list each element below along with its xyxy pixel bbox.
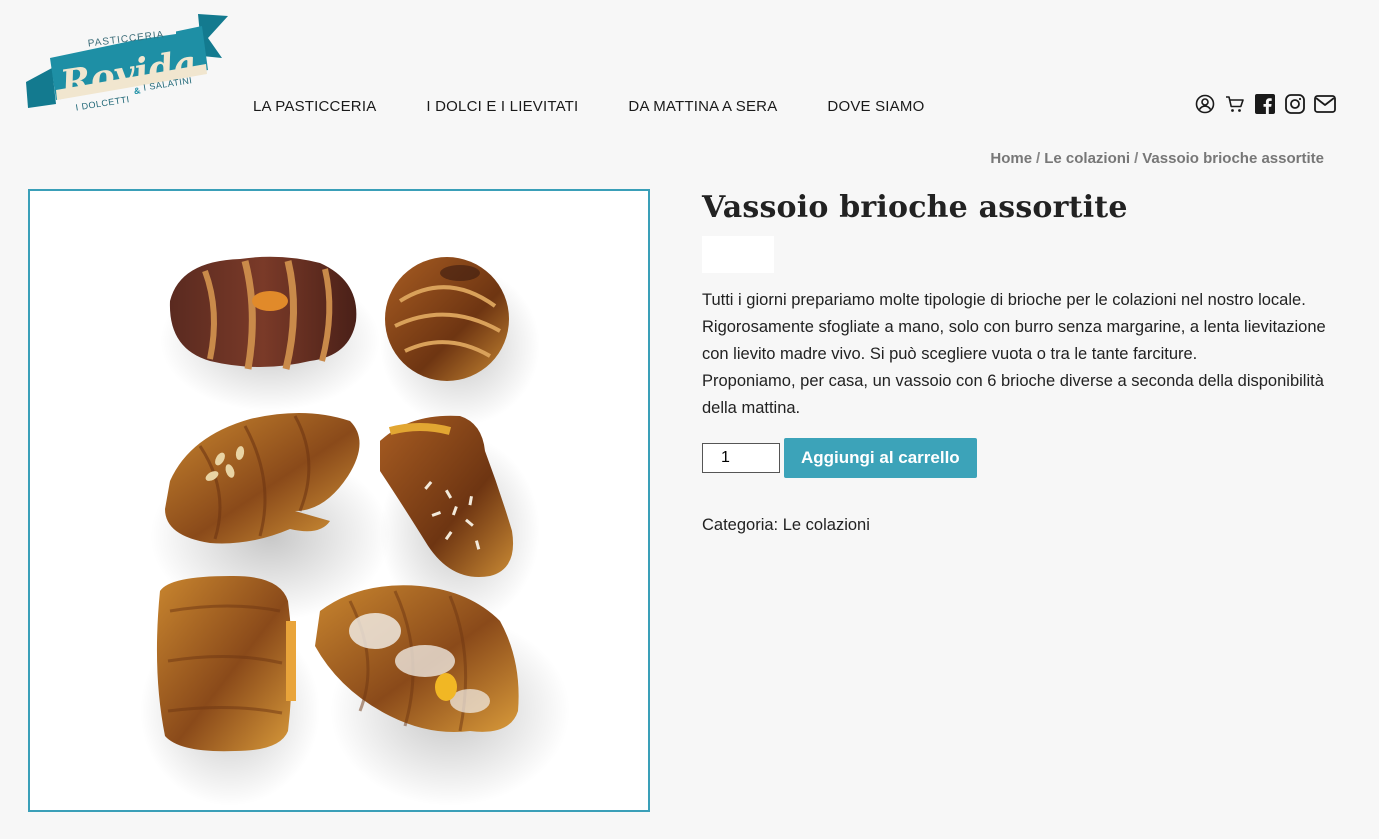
- description-paragraph: Proponiamo, per casa, un vassoio con 6 b…: [702, 372, 1324, 417]
- nav-item-la-pasticceria[interactable]: LA PASTICCERIA: [253, 98, 376, 115]
- add-to-cart-form: Aggiungi al carrello: [702, 438, 1342, 478]
- user-icon[interactable]: [1194, 93, 1216, 115]
- site-logo[interactable]: PASTICCERIA Rovida I DOLCETTI & I SALATI…: [26, 12, 232, 112]
- main-nav: LA PASTICCERIA I DOLCI E I LIEVITATI DA …: [253, 98, 924, 115]
- nav-item-dove-siamo[interactable]: DOVE SIAMO: [827, 98, 924, 115]
- facebook-icon[interactable]: [1254, 93, 1276, 115]
- header-icons: [1194, 93, 1336, 115]
- nav-item-da-mattina-a-sera[interactable]: DA MATTINA A SERA: [628, 98, 777, 115]
- breadcrumb-category[interactable]: Le colazioni: [1044, 150, 1130, 167]
- product-meta: Categoria: Le colazioni: [702, 516, 1342, 535]
- nav-item-dolci-lievitati[interactable]: I DOLCI E I LIEVITATI: [426, 98, 578, 115]
- logo-graphic: PASTICCERIA Rovida I DOLCETTI & I SALATI…: [26, 14, 228, 112]
- mail-icon[interactable]: [1314, 93, 1336, 115]
- breadcrumb-current: Vassoio brioche assortite: [1142, 150, 1324, 167]
- product-title: Vassoio brioche assortite: [702, 190, 1128, 225]
- category-link[interactable]: Le colazioni: [783, 516, 870, 534]
- product-summary: Vassoio brioche assortite Tutti i giorni…: [702, 190, 1342, 535]
- breadcrumb-separator: /: [1036, 150, 1041, 167]
- price-placeholder: [702, 236, 774, 273]
- pastries-photo: [140, 256, 570, 806]
- instagram-icon[interactable]: [1284, 93, 1306, 115]
- add-to-cart-button[interactable]: Aggiungi al carrello: [784, 438, 977, 478]
- breadcrumb-home[interactable]: Home: [990, 150, 1032, 167]
- product-description: Tutti i giorni prepariamo molte tipologi…: [702, 287, 1342, 422]
- description-paragraph: Tutti i giorni prepariamo molte tipologi…: [702, 291, 1306, 309]
- breadcrumb-separator: /: [1134, 150, 1139, 167]
- product-image[interactable]: [28, 189, 650, 812]
- description-paragraph: Rigorosamente sfogliate a mano, solo con…: [702, 318, 1326, 363]
- breadcrumb: Home / Le colazioni / Vassoio brioche assort…: [990, 150, 1324, 167]
- cart-icon[interactable]: [1224, 93, 1246, 115]
- quantity-input[interactable]: [702, 443, 780, 473]
- category-label: Categoria:: [702, 516, 779, 534]
